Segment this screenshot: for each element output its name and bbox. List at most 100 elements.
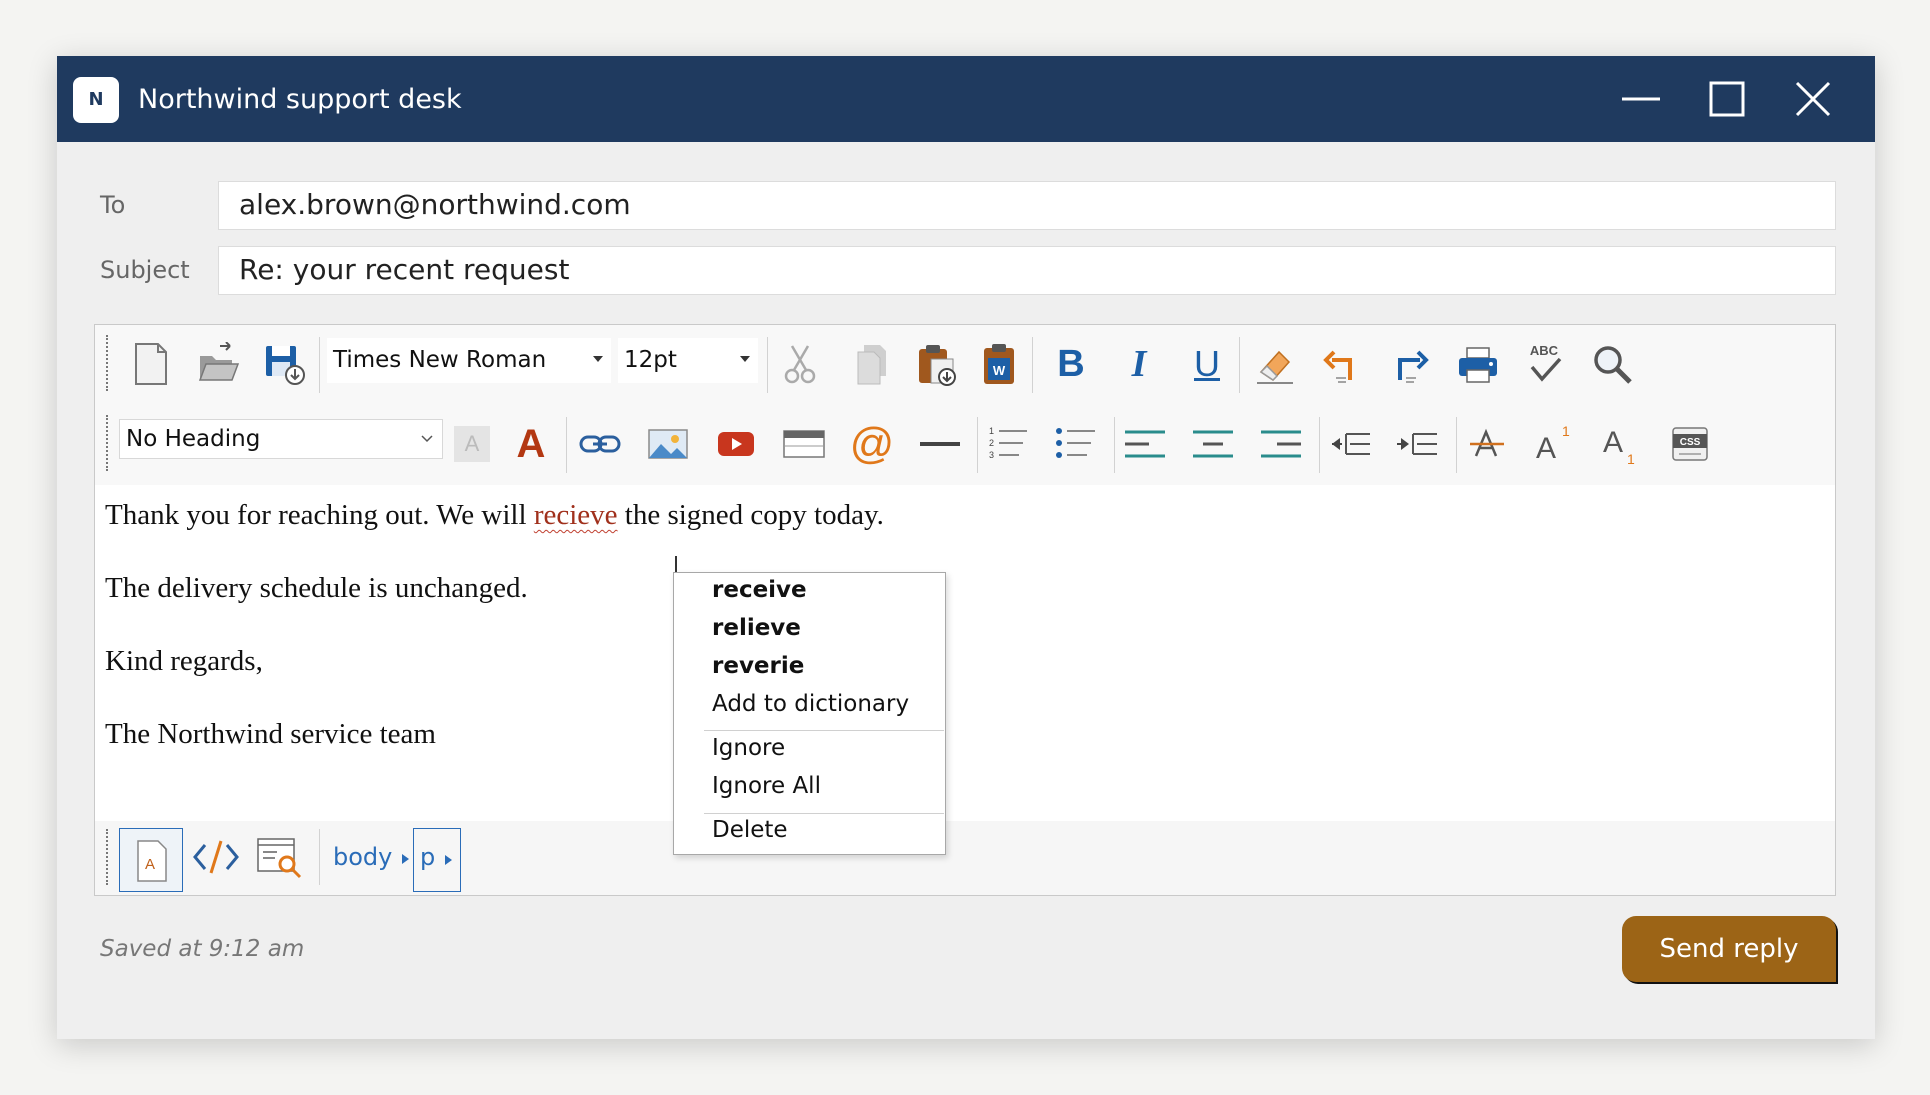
breadcrumb-arrow-icon [445, 855, 452, 865]
indent-icon [1397, 433, 1437, 455]
subject-field[interactable]: Re: your recent request [218, 246, 1836, 295]
html-mode-button[interactable] [191, 832, 241, 882]
image-button[interactable] [643, 419, 693, 469]
app-logo-icon: N [73, 77, 119, 123]
maximize-button[interactable] [1706, 78, 1748, 120]
preview-mode-button[interactable] [255, 832, 305, 882]
breadcrumb-p-box[interactable]: p [413, 828, 461, 892]
title-bar: N Northwind support desk [57, 56, 1875, 142]
rich-text-editor: Times New Roman 12pt W B I U ABC No Head… [94, 324, 1836, 896]
close-button[interactable] [1792, 78, 1834, 120]
find-button[interactable] [1587, 339, 1637, 389]
minimize-button[interactable] [1620, 78, 1662, 120]
paste-from-word-icon: W [984, 344, 1014, 384]
open-folder-icon [198, 342, 240, 381]
strikethrough-button[interactable] [1462, 419, 1512, 469]
bulleted-list-button[interactable] [1051, 419, 1101, 469]
saved-status: Saved at 9:12 am [100, 936, 305, 962]
font-size-select[interactable]: 12pt [618, 338, 758, 383]
video-icon [718, 432, 754, 456]
copy-button[interactable] [847, 339, 897, 389]
subject-label: Subject [100, 256, 190, 284]
misspelled-word[interactable]: recieve [534, 499, 618, 531]
toolbar-separator [319, 829, 320, 885]
paste-word-glyph: W [993, 363, 1006, 378]
menu-separator [704, 730, 944, 731]
open-button[interactable] [193, 339, 243, 389]
outdent-button[interactable] [1326, 419, 1376, 469]
ignore-all-item[interactable]: Ignore All [712, 773, 821, 799]
to-field[interactable]: alex.brown@northwind.com [218, 181, 1836, 230]
editor-content[interactable]: Thank you for reaching out. We will reci… [95, 485, 1835, 821]
ignore-item[interactable]: Ignore [712, 735, 785, 761]
suggestion-receive[interactable]: receive [712, 577, 807, 603]
background-color-button[interactable]: A [447, 419, 497, 469]
toolbar-separator [1032, 337, 1033, 393]
to-label: To [100, 191, 126, 219]
toolbar-grip[interactable] [106, 415, 108, 471]
table-button[interactable] [779, 419, 829, 469]
paste-button[interactable] [911, 339, 961, 389]
cut-button[interactable] [775, 339, 825, 389]
chevron-down-icon [421, 435, 433, 443]
toolbar-separator [1319, 417, 1320, 473]
eraser-icon [1257, 350, 1293, 384]
indent-button[interactable] [1393, 419, 1443, 469]
mention-button[interactable]: @ [847, 419, 897, 469]
add-to-dictionary-item[interactable]: Add to dictionary [712, 691, 909, 717]
app-window: N Northwind support desk To alex.brown@n… [57, 56, 1875, 1039]
subscript-button[interactable]: A1 [1597, 419, 1647, 469]
heading-value: No Heading [126, 426, 261, 452]
delete-item[interactable]: Delete [712, 817, 788, 843]
underline-button[interactable]: U [1182, 339, 1232, 389]
toolbar-grip[interactable] [106, 335, 108, 391]
horizontal-rule-button[interactable] [915, 419, 965, 469]
subscript-glyph: A [1603, 426, 1623, 459]
link-icon [579, 435, 621, 453]
preview-icon [257, 838, 302, 879]
remove-format-button[interactable] [1250, 339, 1300, 389]
font-family-value: Times New Roman [333, 347, 547, 373]
redo-button[interactable] [1385, 339, 1435, 389]
new-document-button[interactable] [125, 339, 175, 389]
save-button[interactable] [259, 339, 309, 389]
spellcheck-button[interactable]: ABC [1520, 339, 1570, 389]
font-size-value: 12pt [624, 347, 677, 373]
new-document-icon [135, 343, 167, 385]
code-icon [193, 840, 239, 874]
undo-icon [1323, 350, 1352, 383]
superscript-button[interactable]: A1 [1530, 419, 1580, 469]
design-mode-icon: A [137, 840, 167, 882]
align-left-button[interactable] [1120, 419, 1170, 469]
italic-button[interactable]: I [1114, 339, 1164, 389]
link-button[interactable] [575, 419, 625, 469]
print-icon [1459, 347, 1497, 383]
undo-button[interactable] [1317, 339, 1367, 389]
send-reply-button[interactable]: Send reply [1622, 916, 1836, 982]
print-button[interactable] [1453, 339, 1503, 389]
font-color-icon: A [516, 421, 546, 466]
design-mode-button[interactable]: A [119, 828, 183, 892]
bold-button[interactable]: B [1046, 339, 1096, 389]
suggestion-relieve[interactable]: relieve [712, 615, 801, 641]
video-button[interactable] [711, 419, 761, 469]
heading-select[interactable]: No Heading [119, 419, 443, 459]
align-center-button[interactable] [1188, 419, 1238, 469]
css-button[interactable]: CSS [1665, 419, 1715, 469]
cut-icon [784, 345, 816, 384]
align-right-button[interactable] [1256, 419, 1306, 469]
paste-from-word-button[interactable]: W [975, 339, 1025, 389]
toolbar-grip[interactable] [106, 829, 108, 885]
font-family-select[interactable]: Times New Roman [327, 338, 611, 383]
suggestion-reverie[interactable]: reverie [712, 653, 804, 679]
font-color-button[interactable]: A [506, 419, 556, 469]
minimize-icon [1622, 97, 1660, 101]
table-icon [783, 430, 825, 458]
breadcrumb-p[interactable]: p [420, 843, 435, 871]
css-icon: CSS [1672, 427, 1708, 461]
copy-icon [857, 345, 886, 385]
toolbar-row-2: No Heading A A @ 1 2 3 A 1 A 1 CSS [95, 405, 1835, 485]
numbered-list-button[interactable]: 1 2 3 [983, 419, 1033, 469]
breadcrumb-body[interactable]: body [333, 843, 392, 871]
css-glyph: CSS [1680, 437, 1701, 448]
